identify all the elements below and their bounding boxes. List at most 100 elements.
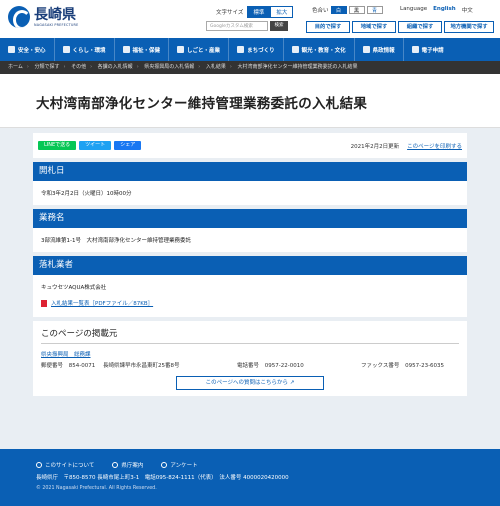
winning-bidder-name: キュウセツAQUA株式会社 bbox=[41, 285, 107, 291]
font-large-button[interactable]: 拡大 bbox=[270, 6, 294, 18]
find-by-region-button[interactable]: 地域で探す bbox=[352, 21, 396, 33]
search-button[interactable]: 検索 bbox=[270, 21, 288, 31]
main-nav: 安全・安心 くらし・環境 福祉・保健 しごと・産業 まちづくり 観光・教育・文化… bbox=[0, 38, 500, 61]
footer-link-label: このサイトについて bbox=[45, 463, 95, 469]
breadcrumb-home[interactable]: ホーム bbox=[8, 64, 23, 70]
inquiry-label: このページへの質問はこちらから bbox=[205, 379, 289, 386]
phone-label: 電話番号 bbox=[237, 362, 260, 369]
phone-number: 0957-22-0010 bbox=[264, 362, 304, 369]
nav-item-work[interactable]: しごと・産業 bbox=[169, 38, 230, 61]
lang-chinese-link[interactable]: 中文 bbox=[462, 6, 473, 14]
postal-code: 854-0071 bbox=[68, 362, 96, 369]
color-blue-button[interactable]: 青 bbox=[366, 6, 383, 14]
share-bar: LINEで送る ツイート シェア 2021年2月2日更新 このページを印刷する bbox=[33, 133, 467, 158]
nav-item-e-application[interactable]: 電子申請 bbox=[404, 38, 452, 61]
nav-label: くらし・環境 bbox=[72, 47, 106, 54]
leaf-icon bbox=[62, 46, 70, 53]
footer-links: このサイトについて 県庁案内 アンケート bbox=[36, 461, 500, 469]
nav-label: 福祉・保健 bbox=[132, 47, 161, 54]
breadcrumb-item[interactable]: 各課の入札情報 bbox=[98, 64, 133, 70]
print-link[interactable]: このページを印刷する bbox=[407, 142, 462, 150]
nav-label: まちづくり bbox=[247, 47, 275, 54]
site-logo[interactable]: 長崎県 NAGASAKI PREFECTURE bbox=[8, 6, 78, 28]
facebook-share-button[interactable]: シェア bbox=[114, 141, 142, 150]
fax-number: 0957-23-6035 bbox=[405, 362, 445, 369]
footer-link-office-guide[interactable]: 県庁案内 bbox=[112, 461, 143, 469]
tweet-button[interactable]: ツイート bbox=[79, 141, 112, 150]
breadcrumb-item[interactable]: 入札結果 bbox=[206, 64, 226, 70]
font-size-control: 文字サイズ 標準 拡大 bbox=[216, 6, 294, 18]
find-by-local-office-button[interactable]: 地方機関で探す bbox=[444, 21, 494, 33]
updated-date: 2021年2月2日更新 bbox=[350, 143, 400, 150]
section-body-work-name: 3部流維第1-1号 大村湾南部浄化センター維持管理業務委託 bbox=[33, 228, 467, 252]
breadcrumb-item[interactable]: 分類で探す bbox=[34, 64, 59, 70]
find-by-organization-button[interactable]: 組織で探す bbox=[398, 21, 442, 33]
briefcase-icon bbox=[177, 46, 185, 53]
find-by-purpose-button[interactable]: 目的で探す bbox=[306, 21, 350, 33]
contact-heading: このページの掲載元 bbox=[41, 327, 459, 344]
map-icon bbox=[112, 462, 119, 468]
nav-label: 観光・教育・文化 bbox=[301, 47, 346, 54]
footer-link-about[interactable]: このサイトについて bbox=[36, 461, 94, 469]
footer-address: 長崎県庁 〒850-8570 長崎市尾上町3-1 電話095-824-1111（… bbox=[36, 475, 289, 481]
document-icon bbox=[362, 46, 370, 53]
info-icon bbox=[36, 462, 42, 468]
nav-label: 県政情報 bbox=[372, 47, 395, 54]
line-share-button[interactable]: LINEで送る bbox=[38, 141, 77, 150]
color-label: 色合い bbox=[312, 8, 329, 14]
pencil-icon bbox=[161, 462, 168, 468]
font-standard-button[interactable]: 標準 bbox=[247, 6, 271, 18]
page-title: 大村湾南部浄化センター維持管理業務委託の入札結果 bbox=[36, 96, 368, 112]
color-white-button[interactable]: 白 bbox=[330, 6, 347, 14]
nav-item-tourism[interactable]: 観光・教育・文化 bbox=[284, 38, 355, 61]
footer-link-label: 県庁案内 bbox=[121, 463, 144, 469]
nav-item-living[interactable]: くらし・環境 bbox=[55, 38, 115, 61]
search-input[interactable]: Googleカスタム検索 bbox=[206, 21, 268, 31]
bid-results-pdf-link[interactable]: 入札結果一覧表［PDFファイル／87KB］ bbox=[41, 299, 153, 307]
breadcrumb: ホーム › 分類で探す › その他 › 各課の入札情報 › 県央振興局の入札情報 › 入札… bbox=[0, 61, 500, 74]
fax-label: ファックス番号 bbox=[361, 362, 400, 369]
contact-details: 郵便番号 854-0071 長崎県諫早市永昌東町25番8号 電話番号 0957-… bbox=[41, 361, 459, 369]
section-heading-work-name: 業務名 bbox=[33, 209, 467, 228]
postal-label: 郵便番号 bbox=[41, 362, 64, 369]
site-footer: このサイトについて 県庁案内 アンケート 長崎県庁 〒850-8570 長崎市尾… bbox=[0, 449, 500, 506]
camera-icon bbox=[291, 46, 299, 53]
nav-item-town[interactable]: まちづくり bbox=[229, 38, 284, 61]
font-size-label: 文字サイズ bbox=[216, 10, 244, 16]
language-label: Language bbox=[400, 6, 428, 12]
computer-icon bbox=[411, 46, 419, 53]
pdf-link-label: 入札結果一覧表［PDFファイル／87KB］ bbox=[51, 301, 154, 307]
nav-item-government[interactable]: 県政情報 bbox=[355, 38, 404, 61]
page-title-area: 大村湾南部浄化センター維持管理業務委託の入札結果 bbox=[0, 74, 500, 128]
section-heading-opening-date: 開札日 bbox=[33, 162, 467, 181]
nav-item-welfare[interactable]: 福祉・保健 bbox=[115, 38, 170, 61]
footer-link-survey[interactable]: アンケート bbox=[161, 461, 198, 469]
pdf-icon bbox=[41, 299, 47, 307]
breadcrumb-current: 大村湾南部浄化センター維持管理業務委託の入札結果 bbox=[237, 64, 358, 70]
address: 長崎県諫早市永昌東町25番8号 bbox=[103, 362, 180, 369]
breadcrumb-item[interactable]: その他 bbox=[71, 64, 86, 70]
contact-box: このページの掲載元 県央振興局 総務課 郵便番号 854-0071 長崎県諫早市… bbox=[33, 320, 467, 396]
site-name-en: NAGASAKI PREFECTURE bbox=[34, 22, 79, 27]
building-icon bbox=[237, 46, 245, 53]
site-header: 長崎県 NAGASAKI PREFECTURE 文字サイズ 標準 拡大 色合い … bbox=[0, 0, 500, 38]
main-content: LINEで送る ツイート シェア 2021年2月2日更新 このページを印刷する … bbox=[0, 128, 500, 502]
site-name: 長崎県 bbox=[34, 6, 76, 23]
shield-icon bbox=[8, 46, 15, 53]
color-control: 色合い 白 黒 青 bbox=[312, 6, 383, 14]
nav-item-safety[interactable]: 安全・安心 bbox=[0, 38, 55, 61]
nav-label: しごと・産業 bbox=[187, 47, 221, 54]
section-body-winning-bidder: キュウセツAQUA株式会社 入札結果一覧表［PDFファイル／87KB］ bbox=[33, 275, 467, 317]
breadcrumb-item[interactable]: 県央振興局の入札情報 bbox=[144, 64, 194, 70]
language-switch: Language English 中文 bbox=[400, 6, 473, 14]
department-link[interactable]: 県央振興局 総務課 bbox=[41, 350, 459, 358]
lang-english-link[interactable]: English bbox=[433, 6, 456, 14]
heart-icon bbox=[122, 46, 130, 53]
footer-link-label: アンケート bbox=[170, 463, 198, 469]
color-black-button[interactable]: 黒 bbox=[348, 6, 365, 14]
prefecture-emblem-icon bbox=[8, 6, 30, 28]
external-link-icon: ↗ bbox=[289, 379, 295, 386]
inquiry-button[interactable]: このページへの質問はこちらから ↗ bbox=[176, 375, 324, 390]
nav-label: 安全・安心 bbox=[18, 47, 46, 54]
section-body-opening-date: 令和3年2月2日（火曜日）10時00分 bbox=[33, 181, 467, 205]
